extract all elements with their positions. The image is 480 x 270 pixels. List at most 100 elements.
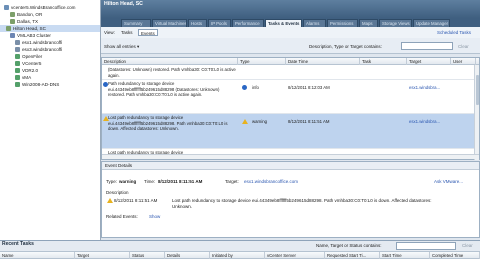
tab-virtual-machines[interactable]: Virtual Machines (152, 19, 187, 27)
info-icon (242, 85, 247, 91)
inventory-tree[interactable]: vcenter5.WindsBrancoffice.com Bandon, OR D… (0, 0, 101, 240)
table-row[interactable]: (Datastores: Unknown) restored. Path vmh… (102, 66, 479, 80)
tree-node-icon (15, 61, 20, 67)
recent-clear-button[interactable]: Clear (462, 243, 473, 248)
tree-item-label: vcenter5.WindsBrancoffice.com (11, 5, 76, 10)
event-datetime: 8/12/2011 8:12:03 AM (288, 85, 330, 90)
event-type: warning (252, 119, 268, 124)
tree-node-icon (4, 5, 9, 11)
type-label: Type: (106, 179, 118, 184)
tab-ip-pools[interactable]: IP Pools (208, 19, 231, 27)
recent-filter-input[interactable] (396, 242, 456, 250)
tree-node-icon (10, 33, 15, 39)
tree-item[interactable]: OpenFiler (0, 53, 100, 60)
tab-hosts[interactable]: Hosts (188, 19, 207, 27)
time-value: 8/12/2011 8:11:51 AM (158, 179, 203, 184)
warning-icon (242, 119, 248, 125)
type-value: warning (119, 179, 137, 184)
tree-item-label: OpenFiler (22, 54, 43, 59)
tree-item[interactable]: VCenter5 (0, 60, 100, 67)
tab-storage-views[interactable]: Storage Views (379, 19, 412, 27)
target-link[interactable]: esx1.windsbrancoffice.com (244, 179, 298, 184)
tree-node-icon (15, 40, 20, 46)
recent-tasks-title: Recent Tasks (2, 241, 34, 247)
tree-item[interactable]: Win2008-AD-DNS (0, 81, 100, 88)
tasks-view-button[interactable]: Tasks (119, 29, 135, 36)
tree-item[interactable]: Dallas, TX (0, 18, 100, 25)
tree-node-icon (15, 54, 20, 60)
chevron-down-icon: ▾ (137, 44, 140, 49)
tree-item[interactable]: esx1.windsbrancoffi (0, 39, 100, 46)
tab-bar: Summary Virtual Machines Hosts IP Pools Perf… (101, 18, 480, 27)
table-row[interactable]: Lost path redundancy to storage device e… (102, 114, 479, 149)
scrollbar-thumb[interactable] (476, 75, 479, 105)
tree-item-label: Win2008-AD-DNS (22, 82, 60, 87)
event-target-link[interactable]: esx1.windsbra... (409, 119, 440, 125)
warning-icon (107, 198, 113, 204)
tree-item[interactable]: VMLAB3 Cluster (0, 32, 100, 39)
tab-permissions[interactable]: Permissions (327, 19, 358, 27)
time-label: Time: (144, 179, 156, 184)
page-title: Hilton Head, SC (104, 1, 143, 7)
target-label: Target: (225, 179, 239, 184)
scheduled-tasks-link[interactable]: Scheduled Tasks (437, 30, 471, 35)
horizontal-scrollbar[interactable] (102, 154, 479, 159)
tree-item-label: Hilton Head, SC (13, 26, 46, 31)
tree-item[interactable]: VDR2.0 (0, 67, 100, 74)
filter-bar: Show all entries ▾ Description, Type or … (101, 38, 480, 54)
column-header-user[interactable]: User (451, 58, 476, 65)
vertical-scrollbar[interactable] (474, 65, 479, 160)
tree-item-label: Dallas, TX (17, 19, 39, 24)
tab-tasks-events[interactable]: Tasks & Events (265, 19, 302, 27)
event-description: (Datastores: Unknown) restored. Path vmh… (108, 67, 236, 78)
show-related-link[interactable]: Show (149, 214, 160, 219)
tab-update-manager[interactable]: Update Manager (413, 19, 450, 27)
event-datetime: 8/12/2011 8:11:51 AM (288, 119, 330, 124)
tree-item-label: VMLAB3 Cluster (17, 33, 51, 38)
tree-item-label: esx1.windsbrancoffi (22, 40, 63, 45)
table-row[interactable]: Path redundancy to storage device eui.44… (102, 80, 479, 114)
event-details-title: Event Details (102, 162, 479, 170)
clear-button[interactable]: Clear (458, 44, 469, 49)
column-header-type[interactable]: Type (238, 58, 286, 65)
view-label: View: (104, 30, 115, 35)
show-entries-dropdown[interactable]: Show all entries ▾ (104, 44, 139, 50)
tree-item[interactable]: Hilton Head, SC (0, 25, 100, 32)
column-header-date-time[interactable]: Date Time (286, 58, 360, 65)
tab-performance[interactable]: Performance (232, 19, 264, 27)
recent-filter-label: Name, Target or Status contains: (316, 243, 382, 248)
search-input[interactable] (401, 42, 453, 50)
description-text: Lost path redundancy to storage device e… (172, 198, 432, 209)
tab-maps[interactable]: Maps (359, 19, 378, 27)
tab-summary[interactable]: Summary (121, 19, 151, 27)
event-description: Path redundancy to storage device eui.44… (108, 81, 220, 98)
event-description: Lost path redundancy to storage device e… (108, 115, 228, 132)
page-header (101, 0, 480, 18)
tree-item-label: Bandon, OR (17, 12, 43, 17)
column-header-description[interactable]: Description (102, 58, 238, 65)
event-details-panel: Event Details Type: warning Time: 8/12/2… (101, 161, 480, 238)
tree-node-icon (15, 75, 20, 81)
search-label: Description, Type or Target contains: (309, 44, 382, 49)
tree-item[interactable]: esx3.windsbrancoffi (0, 46, 100, 53)
tree-item[interactable]: vMA (0, 74, 100, 81)
tree-node-icon (15, 68, 20, 74)
events-table: Description Type Date Time Task Target User (… (101, 57, 480, 160)
column-header-task[interactable]: Task (360, 58, 407, 65)
event-type: info (252, 85, 259, 90)
tree-node-icon (15, 47, 20, 53)
tab-alarms[interactable]: Alarms (303, 19, 326, 27)
recent-tasks-body (0, 259, 480, 270)
event-target-link[interactable]: esx1.windsbra... (409, 85, 440, 91)
tree-item-label: vMA (22, 75, 32, 80)
recent-tasks-header: Name Target Status Details Initiated by vCent… (0, 251, 480, 260)
ask-vmware-link[interactable]: Ask VMware... (434, 179, 463, 184)
tree-item[interactable]: vcenter5.WindsBrancoffice.com (0, 4, 100, 11)
description-label: Description (106, 190, 129, 195)
tree-item[interactable]: Bandon, OR (0, 11, 100, 18)
tree-node-icon (6, 26, 11, 32)
column-header-target[interactable]: Target (407, 58, 451, 65)
tree-node-icon (10, 19, 15, 25)
view-bar: View: Tasks Events Scheduled Tasks (101, 27, 480, 38)
events-view-button[interactable]: Events (138, 29, 158, 36)
